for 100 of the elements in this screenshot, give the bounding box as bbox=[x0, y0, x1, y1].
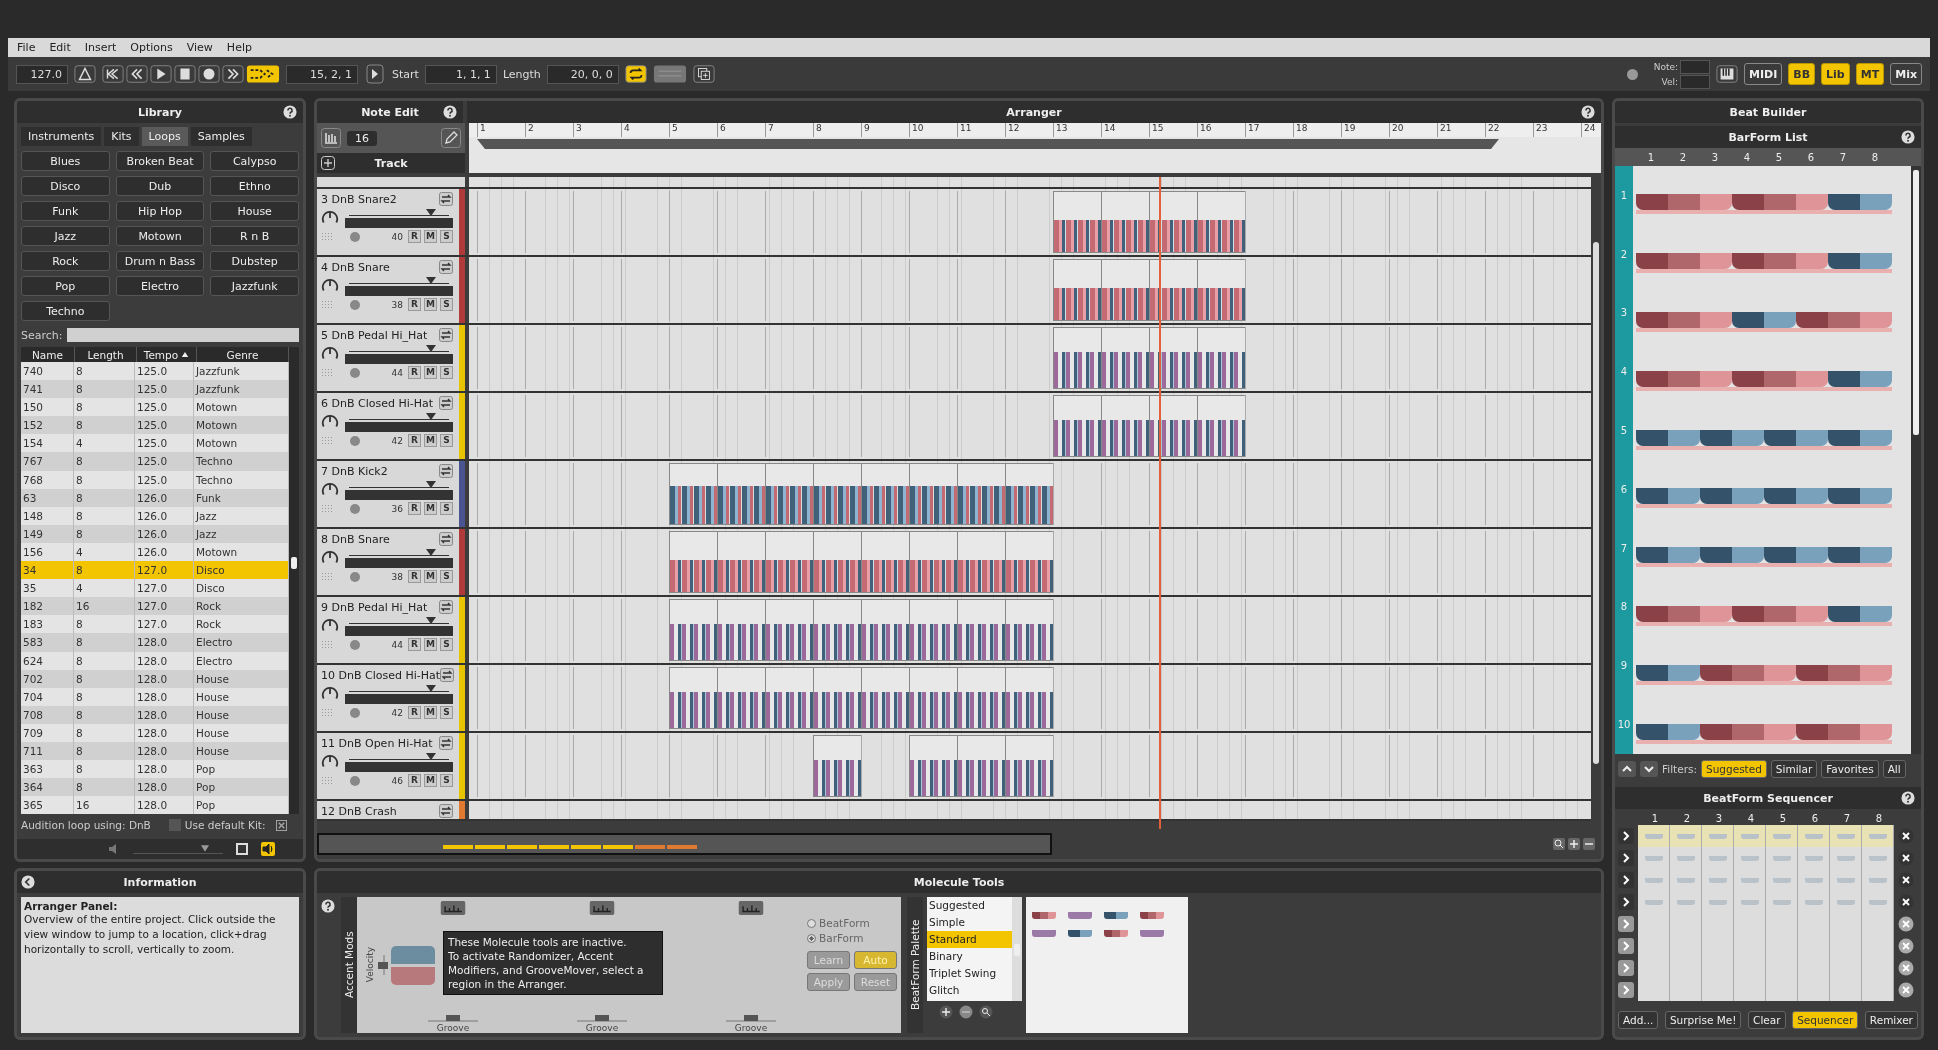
volume-slider[interactable] bbox=[133, 844, 223, 854]
palette-item[interactable]: Suggested bbox=[927, 897, 1012, 914]
genre-button[interactable]: Dubstep bbox=[210, 251, 299, 271]
library-tab[interactable]: Loops bbox=[141, 127, 188, 146]
help-icon[interactable] bbox=[321, 899, 335, 913]
track-lane[interactable] bbox=[469, 177, 1591, 187]
track-header-card[interactable]: 9 DnB Pedal Hi_Hat 44 R M S bbox=[317, 597, 465, 663]
track-header-card[interactable]: 3 DnB Snare2 40 R M S bbox=[317, 189, 465, 255]
close-icon[interactable] bbox=[1897, 982, 1915, 998]
menu-item[interactable]: File bbox=[12, 41, 41, 54]
arranger-clip[interactable] bbox=[813, 735, 861, 797]
genre-button[interactable]: Hip Hop bbox=[115, 201, 205, 221]
remove-icon[interactable] bbox=[959, 1005, 973, 1019]
track-lane[interactable] bbox=[469, 529, 1591, 595]
filter-button[interactable]: Suggested bbox=[1701, 760, 1767, 778]
arranger-clip[interactable] bbox=[1101, 191, 1149, 253]
swap-icon[interactable] bbox=[439, 600, 453, 614]
menu-item[interactable]: Insert bbox=[79, 41, 122, 54]
library-tab[interactable]: Kits bbox=[104, 127, 139, 146]
pencil-icon[interactable] bbox=[441, 128, 461, 148]
arranger-clip[interactable] bbox=[813, 599, 861, 661]
arranger-clip[interactable] bbox=[1005, 463, 1053, 525]
loop-icon[interactable] bbox=[624, 64, 647, 84]
radio-option[interactable]: BarForm bbox=[807, 932, 897, 944]
arranger-clip[interactable] bbox=[717, 667, 765, 729]
warning-icon[interactable] bbox=[74, 64, 96, 84]
track-toggle-button[interactable]: M bbox=[424, 366, 437, 379]
genre-button[interactable]: Rock bbox=[21, 251, 110, 271]
arranger-clip[interactable] bbox=[1005, 531, 1053, 593]
groove-icon[interactable] bbox=[440, 901, 466, 915]
arranger-clip[interactable] bbox=[957, 735, 1005, 797]
speaker-icon[interactable] bbox=[261, 842, 275, 856]
follow-icon[interactable] bbox=[246, 64, 280, 84]
track-lane[interactable] bbox=[469, 189, 1591, 255]
palette-item[interactable]: Glitch bbox=[927, 982, 1012, 999]
track-header-card[interactable]: 10 DnB Closed Hi-Hat 42 R M S bbox=[317, 665, 465, 731]
help-icon[interactable] bbox=[1901, 791, 1915, 805]
slider-thumb[interactable] bbox=[201, 844, 209, 852]
track-lane[interactable] bbox=[469, 665, 1591, 731]
arranger-clip[interactable] bbox=[1053, 327, 1101, 389]
genre-button[interactable]: Funk bbox=[21, 201, 110, 221]
volume-slider[interactable] bbox=[345, 208, 453, 228]
track-toggle-button[interactable]: R bbox=[408, 502, 421, 515]
note-field[interactable] bbox=[1680, 59, 1711, 74]
checkbox[interactable] bbox=[168, 819, 181, 832]
scrollbar[interactable] bbox=[289, 347, 299, 815]
arranger-clip[interactable] bbox=[1005, 667, 1053, 729]
arranger-clip[interactable] bbox=[1197, 191, 1245, 253]
arranger-clip[interactable] bbox=[1005, 735, 1053, 797]
arranger-clip[interactable] bbox=[957, 667, 1005, 729]
track-header-card[interactable]: 7 DnB Kick2 36 R M S bbox=[317, 461, 465, 527]
genre-button[interactable]: Calypso bbox=[210, 151, 299, 171]
track-toggle-button[interactable]: M bbox=[424, 230, 437, 243]
close-icon[interactable] bbox=[1897, 894, 1915, 910]
help-icon[interactable] bbox=[1581, 105, 1595, 119]
go-to-start-icon[interactable] bbox=[102, 64, 124, 84]
arranger-clip[interactable] bbox=[1149, 327, 1197, 389]
track-lane[interactable] bbox=[469, 801, 1591, 819]
search-field[interactable] bbox=[66, 328, 299, 342]
stop-icon[interactable] bbox=[235, 842, 249, 856]
track-lane[interactable] bbox=[469, 461, 1591, 527]
groove-icon[interactable] bbox=[738, 901, 764, 915]
track-toggle-button[interactable]: R bbox=[408, 774, 421, 787]
barform-drawing[interactable] bbox=[1636, 664, 1892, 685]
arranger-clip[interactable] bbox=[957, 463, 1005, 525]
arranger-clip[interactable] bbox=[861, 463, 909, 525]
table-row[interactable]: 183 8 127.0 Rock bbox=[21, 615, 289, 634]
tempo-field[interactable]: 127.0 bbox=[16, 64, 68, 84]
track-toggle-button[interactable]: S bbox=[440, 298, 453, 311]
palette-item[interactable]: Triplet Swing bbox=[927, 965, 1012, 982]
table-row[interactable]: 154 4 125.0 Motown bbox=[21, 434, 289, 453]
table-row[interactable]: 740 8 125.0 Jazzfunk bbox=[21, 362, 289, 381]
arranger-clip[interactable] bbox=[1197, 327, 1245, 389]
arranger-clip[interactable] bbox=[909, 463, 957, 525]
arranger-clip[interactable] bbox=[765, 463, 813, 525]
piano-keys-icon[interactable] bbox=[1716, 64, 1739, 84]
volume-slider[interactable] bbox=[345, 548, 453, 568]
table-row[interactable]: 34 8 127.0 Disco bbox=[21, 561, 289, 580]
table-row[interactable]: 583 8 128.0 Electro bbox=[21, 633, 289, 652]
volume-slider[interactable] bbox=[345, 752, 453, 772]
arranger-clip[interactable] bbox=[669, 599, 717, 661]
drum-grid-icon[interactable] bbox=[321, 128, 341, 148]
genre-button[interactable]: Disco bbox=[21, 176, 110, 196]
panel-toggle-button[interactable]: Lib bbox=[1821, 63, 1850, 85]
play-icon[interactable] bbox=[150, 64, 172, 84]
length-field[interactable]: 20, 0, 0 bbox=[546, 64, 619, 84]
track-toggle-button[interactable]: S bbox=[440, 230, 453, 243]
track-toggle-button[interactable]: R bbox=[408, 706, 421, 719]
arranger-clip[interactable] bbox=[1149, 191, 1197, 253]
menu-item[interactable]: Edit bbox=[44, 41, 76, 54]
arranger-clip[interactable] bbox=[1053, 259, 1101, 321]
track-toggle-button[interactable]: M bbox=[424, 298, 437, 311]
swap-icon[interactable] bbox=[439, 804, 453, 818]
swap-icon[interactable] bbox=[439, 192, 453, 206]
arranger-clip[interactable] bbox=[813, 463, 861, 525]
barform-drawing[interactable] bbox=[1636, 429, 1892, 450]
genre-button[interactable]: Jazz bbox=[21, 226, 110, 246]
table-row[interactable]: 363 8 128.0 Pop bbox=[21, 760, 289, 779]
action-button[interactable]: Clear bbox=[1748, 1011, 1786, 1029]
midi-button[interactable]: MIDI bbox=[1744, 63, 1783, 85]
